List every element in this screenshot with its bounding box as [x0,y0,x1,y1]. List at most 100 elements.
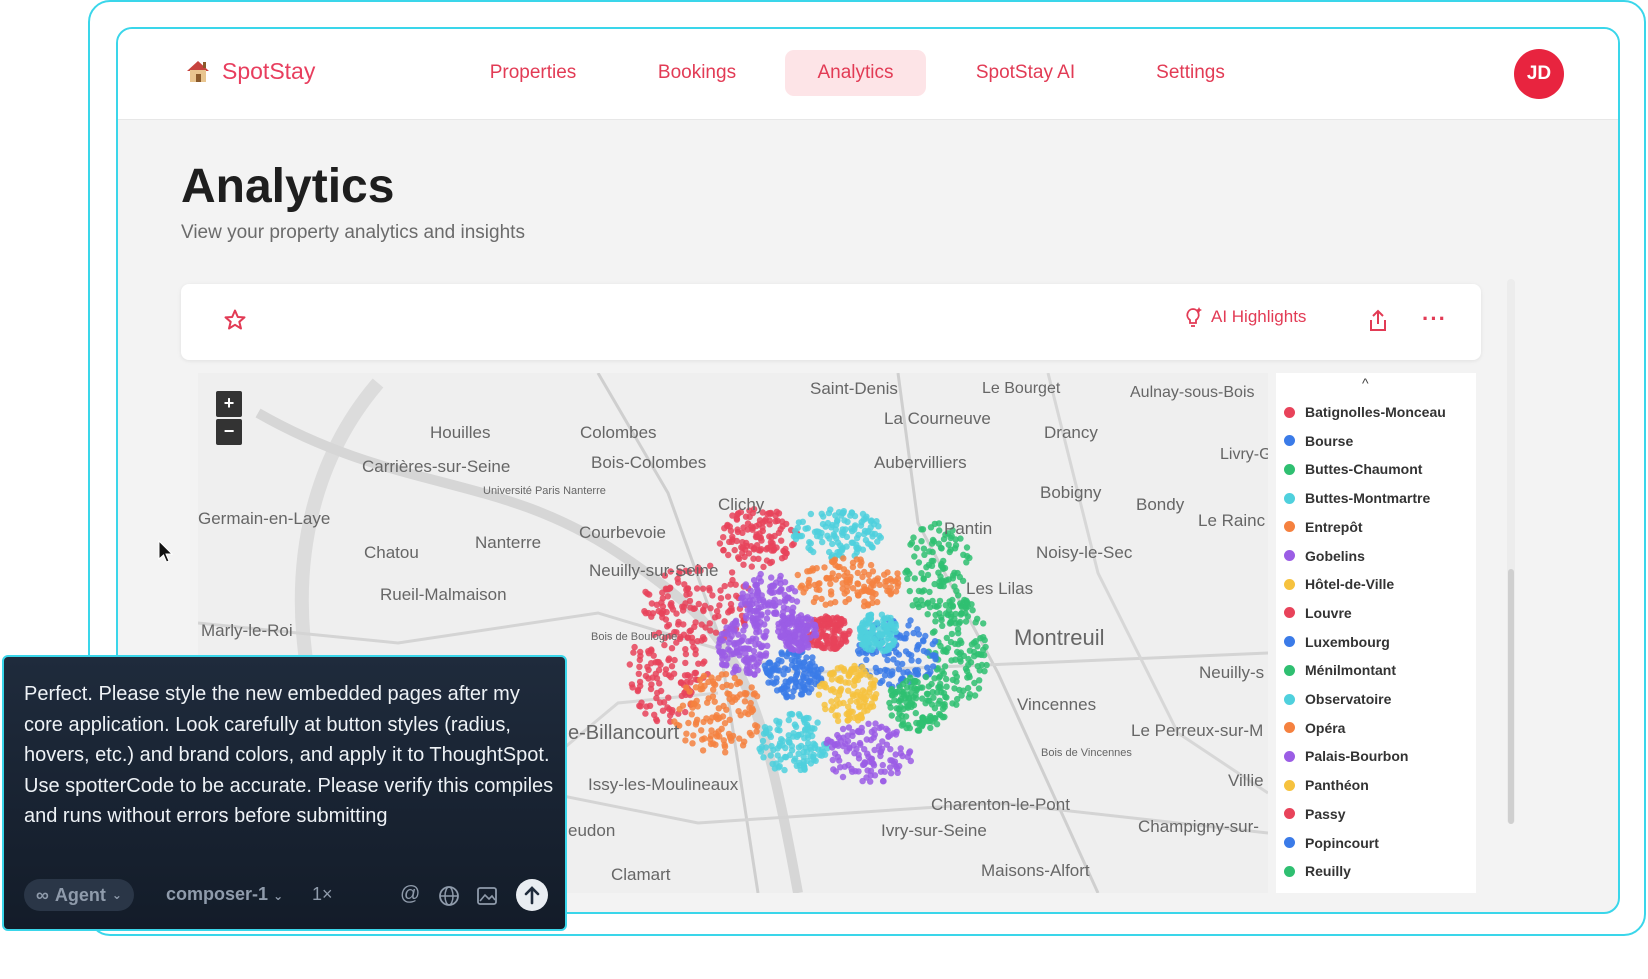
map-point [904,575,911,582]
agent-mode-selector[interactable]: ∞ Agent ⌄ [24,879,134,911]
map-point [859,635,867,643]
map-point [951,583,958,590]
map-point [682,737,689,744]
map-place-label: Clichy [718,495,765,514]
map-point [872,590,879,598]
nav-spotstay-ai[interactable]: SpotStay AI [948,50,1103,96]
ai-highlights-button[interactable]: AI Highlights [1183,306,1306,328]
map-place-label: Maisons-Alfort [981,861,1090,880]
legend-label: Observatoire [1305,691,1392,707]
legend-item[interactable]: Gobelins [1284,548,1365,564]
scrollbar-thumb[interactable] [1508,569,1514,824]
legend-item[interactable]: Entrepôt [1284,519,1363,535]
mouse-cursor-icon [158,540,174,563]
map-point [716,540,724,547]
share-icon[interactable] [1367,309,1389,333]
map-point [855,727,862,735]
map-point [721,741,728,748]
legend-color-dot [1284,779,1295,791]
legend-label: Opéra [1305,719,1346,736]
legend-item[interactable]: Popincourt [1284,835,1379,851]
nav-properties[interactable]: Properties [458,50,608,96]
legend-color-dot [1284,750,1295,762]
map-place-label: Carrières-sur-Seine [362,457,510,476]
map-point [956,655,964,663]
globe-icon[interactable] [438,885,460,907]
more-options-icon[interactable]: ··· [1422,306,1447,332]
legend-item[interactable]: Luxembourg [1284,634,1390,650]
map-point [897,750,904,757]
nav-bookings[interactable]: Bookings [622,50,772,96]
map-point [773,687,781,694]
map-point [775,628,782,635]
map-place-label: Issy-les-Moulineaux [588,775,739,794]
legend-item[interactable]: Louvre [1284,605,1352,621]
map-point [834,731,841,739]
map-point [874,575,882,582]
ai-highlights-label: AI Highlights [1211,307,1307,326]
nav-settings[interactable]: Settings [1118,50,1263,96]
map-point [800,589,807,596]
map-point [862,536,870,544]
map-point [699,747,707,754]
map-point [871,746,878,754]
speed-selector[interactable]: 1× [312,884,333,905]
user-avatar[interactable]: JD [1514,49,1564,99]
map-point [879,761,886,769]
legend-label: Buttes-Montmartre [1305,490,1431,507]
zoom-out-button[interactable]: − [216,419,242,445]
map-point [814,719,821,726]
brand[interactable]: SpotStay [184,57,315,85]
map-point [799,680,806,688]
legend-item[interactable]: Reuilly [1284,863,1351,879]
zoom-in-button[interactable]: + [216,391,242,417]
legend-item[interactable]: Ménilmontant [1284,662,1396,678]
map-point [932,611,939,619]
map-point [755,640,763,648]
send-button[interactable] [516,879,548,911]
map-point [774,726,781,733]
map-point [740,633,747,641]
legend-item[interactable]: Opéra [1284,720,1345,736]
legend-item[interactable]: Buttes-Montmartre [1284,490,1430,506]
map-point [911,684,918,692]
map-point [971,653,978,660]
map-point [835,572,842,580]
agent-mode-label: Agent [54,884,106,905]
map-point [799,518,806,525]
map-point [767,752,774,759]
model-selector[interactable]: composer-1 ⌄ [166,884,283,905]
mention-icon[interactable]: @ [400,883,420,906]
map-point [920,587,928,594]
map-point [777,526,784,533]
page-title: Analytics [181,160,395,213]
nav-analytics[interactable]: Analytics [785,50,926,96]
legend-item[interactable]: Bourse [1284,433,1353,449]
legend-item[interactable]: Palais-Bourbon [1284,748,1408,764]
legend-item[interactable]: Hôtel-de-Ville [1284,576,1394,592]
map-place-label: Marly-le-Roi [201,621,293,640]
star-icon[interactable] [223,308,247,332]
legend-item[interactable]: Buttes-Chaumont [1284,461,1422,477]
map-point [655,607,662,615]
map-point [731,628,738,635]
map-point [964,599,971,606]
legend-label: Louvre [1305,604,1352,621]
map-point [746,513,753,521]
legend-item[interactable]: Observatoire [1284,691,1391,707]
map-point [899,718,906,725]
map-point [699,585,707,592]
map-point [756,628,763,635]
map-point [948,630,956,638]
map-point [871,677,879,684]
map-point [892,628,899,635]
map-point [699,685,706,693]
prompt-text[interactable]: Perfect. Please style the new embedded p… [24,679,554,832]
image-icon[interactable] [476,886,498,906]
map-point [931,705,939,712]
legend-item[interactable]: Panthéon [1284,777,1369,793]
map-point [794,524,801,531]
legend-collapse-caret[interactable]: ^ [1362,375,1369,391]
legend-item[interactable]: Batignolles-Monceau [1284,404,1446,420]
legend-item[interactable]: Passy [1284,806,1345,822]
